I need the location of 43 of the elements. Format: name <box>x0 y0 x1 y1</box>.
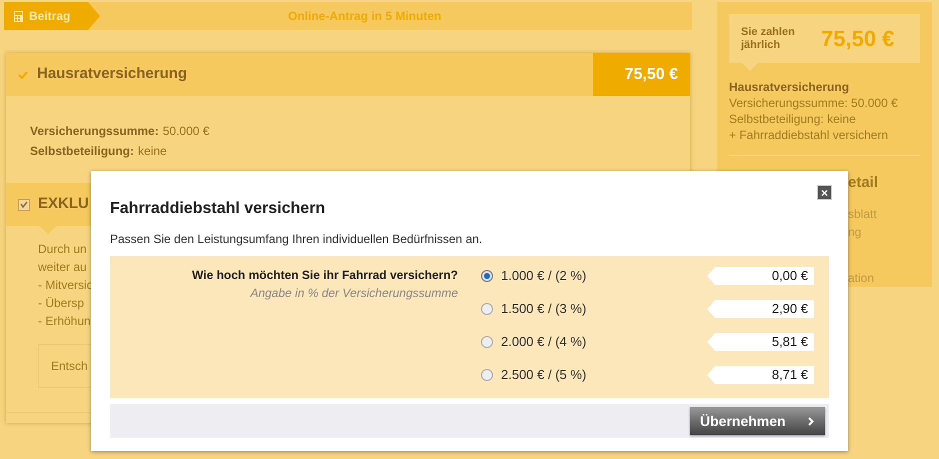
calculator-icon <box>14 10 23 22</box>
option-label: 1.000 € / (2 %) <box>501 267 588 286</box>
section-title: etail <box>848 173 880 193</box>
price-tag: 75,50 € <box>593 53 690 96</box>
tagline: Online-Antrag in 5 Minuten <box>288 8 442 25</box>
addon-text: - Erhöhun <box>38 313 91 330</box>
question-label: Wie hoch möchten Sie ihr Fahrrad versichern? <box>192 267 458 284</box>
total-price: 75,50 € <box>821 25 894 53</box>
payment-label: Sie zahlen jährlich <box>741 26 796 52</box>
dialog-subtitle: Passen Sie den Leistungsumfang Ihren individuellen Bedürfnissen an. <box>110 231 484 248</box>
addon-text: - Übersp <box>38 295 84 312</box>
apply-button[interactable]: Übernehmen <box>690 407 825 435</box>
breadcrumb-step[interactable]: Beitrag <box>4 2 100 30</box>
product-title: Hausratversicherung <box>37 64 188 84</box>
option-label: 1.500 € / (3 %) <box>501 300 588 318</box>
addon-text: - Mitversic <box>38 277 93 294</box>
addon-checkbox[interactable] <box>18 198 30 210</box>
hint-text: Angabe in % der Versicherungssumme <box>250 285 458 302</box>
summary-line: Selbstbeteiligung: keine <box>729 111 857 127</box>
dialog-title: Fahrraddiebstahl versichern <box>110 199 326 219</box>
addon-text: weiter au <box>38 259 87 276</box>
close-button[interactable]: × <box>817 185 832 200</box>
option-label: 2.500 € / (5 %) <box>501 366 588 384</box>
radio-button[interactable] <box>481 336 493 348</box>
detail-value: keine <box>138 143 167 160</box>
summary-product: Hausratversicherung <box>729 79 850 95</box>
detail-label: Selbstbeteiligung: <box>30 143 134 160</box>
option-price: 2,90 € <box>707 300 814 318</box>
summary-line: + Fahrraddiebstahl versichern <box>729 127 890 143</box>
chevron-right-icon <box>808 416 814 426</box>
summary-line: Versicherungssumme: 50.000 € <box>729 95 899 111</box>
option-price: 0,00 € <box>707 267 814 285</box>
detail-value: 50.000 € <box>162 123 210 140</box>
addon-text: Durch un <box>38 241 87 258</box>
radio-button[interactable] <box>481 270 493 282</box>
radio-button[interactable] <box>481 303 493 315</box>
option-label: 2.000 € / (4 %) <box>501 333 588 352</box>
option-price: 5,81 € <box>707 333 814 351</box>
addon-title: EXKLU <box>38 194 89 214</box>
detail-label: Versicherungssumme: <box>30 123 159 140</box>
check-icon <box>18 70 28 78</box>
option-price: 8,71 € <box>707 366 814 384</box>
radio-button[interactable] <box>481 369 493 381</box>
